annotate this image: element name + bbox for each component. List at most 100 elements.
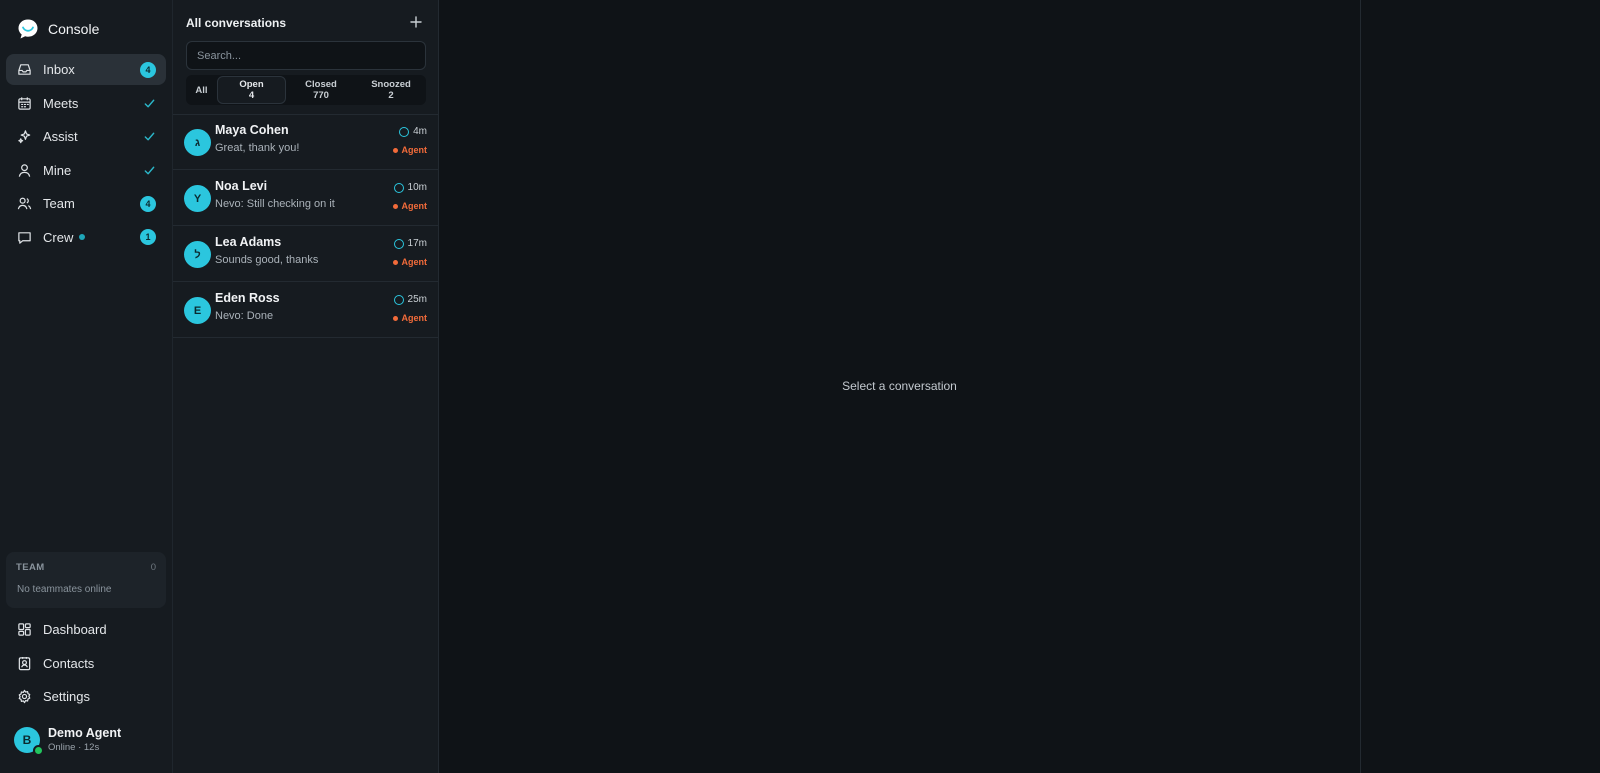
team-title: TEAM <box>16 562 45 573</box>
dashboard-icon <box>18 623 31 636</box>
nav-label: Mine <box>43 162 72 178</box>
time-text: 17m <box>407 238 427 249</box>
time-ago: 25m <box>393 294 427 305</box>
count-badge: 4 <box>140 61 156 78</box>
conversation-list-pane: All conversations All Open 4 Closed 770 … <box>173 0 439 773</box>
calendar-icon <box>18 96 31 110</box>
tab-count: 4 <box>248 90 255 101</box>
tab-count: 770 <box>313 90 329 101</box>
nav-label: Crew <box>43 230 140 245</box>
time-ago: 4m <box>399 126 427 137</box>
tab-snoozed[interactable]: Snoozed 2 <box>356 75 426 105</box>
nav-item-inbox[interactable]: Inbox 4 <box>6 54 166 85</box>
sidebar: Console Inbox 4 Meets Assist Mine Team 4 <box>0 0 173 773</box>
status-tabs: All Open 4 Closed 770 Snoozed 2 <box>186 75 426 105</box>
chat-bubble-logo-icon <box>18 19 38 39</box>
user-info: Demo Agent Online · 12s <box>48 726 121 753</box>
status-ring-icon <box>393 294 404 305</box>
conversation-row[interactable]: ג Maya Cohen Great, thank you! 4m Agent <box>173 114 438 170</box>
check-icon <box>144 99 155 107</box>
tab-count: 2 <box>388 90 394 101</box>
avatar: ג <box>184 129 211 156</box>
sparkles-icon <box>18 130 31 144</box>
assignee-text: Agent <box>401 145 428 155</box>
time-text: 10m <box>407 182 427 193</box>
message-preview: Sounds good, thanks <box>215 254 319 266</box>
contacts-icon <box>18 656 31 670</box>
inbox-icon <box>18 64 31 75</box>
online-status-dot <box>33 744 44 756</box>
time-text: 25m <box>407 294 427 305</box>
tab-all[interactable]: All <box>186 75 217 105</box>
assignee-dot <box>392 203 398 209</box>
conversation-row[interactable]: Y Noa Levi Nevo: Still checking on it 10… <box>173 170 438 226</box>
message-preview: Great, thank you! <box>215 142 300 154</box>
main-nav: Inbox 4 Meets Assist Mine Team 4 Crew 1 <box>6 54 166 255</box>
nav-label: Assist <box>43 129 78 144</box>
conversation-list: ג Maya Cohen Great, thank you! 4m Agent … <box>173 114 438 338</box>
count-badge: 4 <box>140 195 156 212</box>
plus-icon[interactable] <box>408 14 424 30</box>
contact-name: Noa Levi <box>215 179 268 193</box>
current-user[interactable]: B Demo Agent Online · 12s <box>14 726 121 756</box>
conversation-row[interactable]: E Eden Ross Nevo: Done 25m Agent <box>173 282 438 338</box>
team-count: 0 <box>150 562 156 573</box>
conversation-view: Select a conversation <box>439 0 1360 773</box>
assignee-dot <box>392 315 398 321</box>
brand-name: Console <box>48 21 100 37</box>
nav-label: Team <box>43 196 75 211</box>
assignee-tag: Agent <box>392 201 428 211</box>
team-empty-text: No teammates online <box>17 584 112 595</box>
user-status: Online · 12s <box>48 742 100 753</box>
assignee-text: Agent <box>401 257 428 267</box>
contact-name: Eden Ross <box>215 291 280 305</box>
empty-state-text: Select a conversation <box>842 379 957 393</box>
nav-item-settings[interactable]: Settings <box>6 681 166 712</box>
tab-closed[interactable]: Closed 770 <box>286 75 356 105</box>
contact-name: Lea Adams <box>215 235 282 249</box>
nav-item-mine[interactable]: Mine <box>6 155 166 186</box>
nav-label: Settings <box>43 689 90 704</box>
live-indicator <box>79 234 86 240</box>
status-ring-icon <box>399 126 410 137</box>
status-ring-icon <box>393 182 404 193</box>
user-icon <box>18 163 31 177</box>
details-pane <box>1360 0 1600 773</box>
time-ago: 17m <box>393 238 427 249</box>
nav-item-dashboard[interactable]: Dashboard <box>6 614 166 645</box>
nav-item-crew[interactable]: Crew 1 <box>6 222 166 253</box>
avatar: ל <box>184 241 211 268</box>
time-ago: 10m <box>393 182 427 193</box>
assignee-tag: Agent <box>392 257 428 267</box>
nav-label-text: Crew <box>43 229 74 245</box>
gear-icon <box>18 689 31 704</box>
tab-open[interactable]: Open 4 <box>217 76 286 104</box>
conversation-row[interactable]: ל Lea Adams Sounds good, thanks 17m Agen… <box>173 226 438 282</box>
time-text: 4m <box>413 126 427 137</box>
chat-icon <box>18 231 31 244</box>
nav-label: Dashboard <box>43 622 107 637</box>
assignee-dot <box>392 147 398 153</box>
message-preview: Nevo: Still checking on it <box>215 198 335 210</box>
avatar-initial: B <box>22 732 32 747</box>
nav-item-team[interactable]: Team 4 <box>6 188 166 219</box>
assignee-text: Agent <box>401 201 428 211</box>
nav-item-meets[interactable]: Meets <box>6 88 166 119</box>
tab-label: Open <box>239 79 264 90</box>
contact-name: Maya Cohen <box>215 123 289 137</box>
nav-label: Inbox <box>43 62 75 77</box>
status-ring-icon <box>393 238 404 249</box>
search-input[interactable] <box>186 41 426 70</box>
nav-label: Meets <box>43 95 79 111</box>
assignee-text: Agent <box>401 313 428 323</box>
nav-item-assist[interactable]: Assist <box>6 121 166 152</box>
message-preview: Nevo: Done <box>215 310 274 322</box>
list-title: All conversations <box>186 16 287 30</box>
nav-item-contacts[interactable]: Contacts <box>6 648 166 679</box>
check-icon <box>144 132 155 141</box>
tab-label: Closed <box>305 79 337 90</box>
count-badge: 1 <box>140 229 156 245</box>
avatar: E <box>184 297 211 324</box>
assignee-tag: Agent <box>392 145 428 155</box>
brand[interactable]: Console <box>16 17 99 41</box>
